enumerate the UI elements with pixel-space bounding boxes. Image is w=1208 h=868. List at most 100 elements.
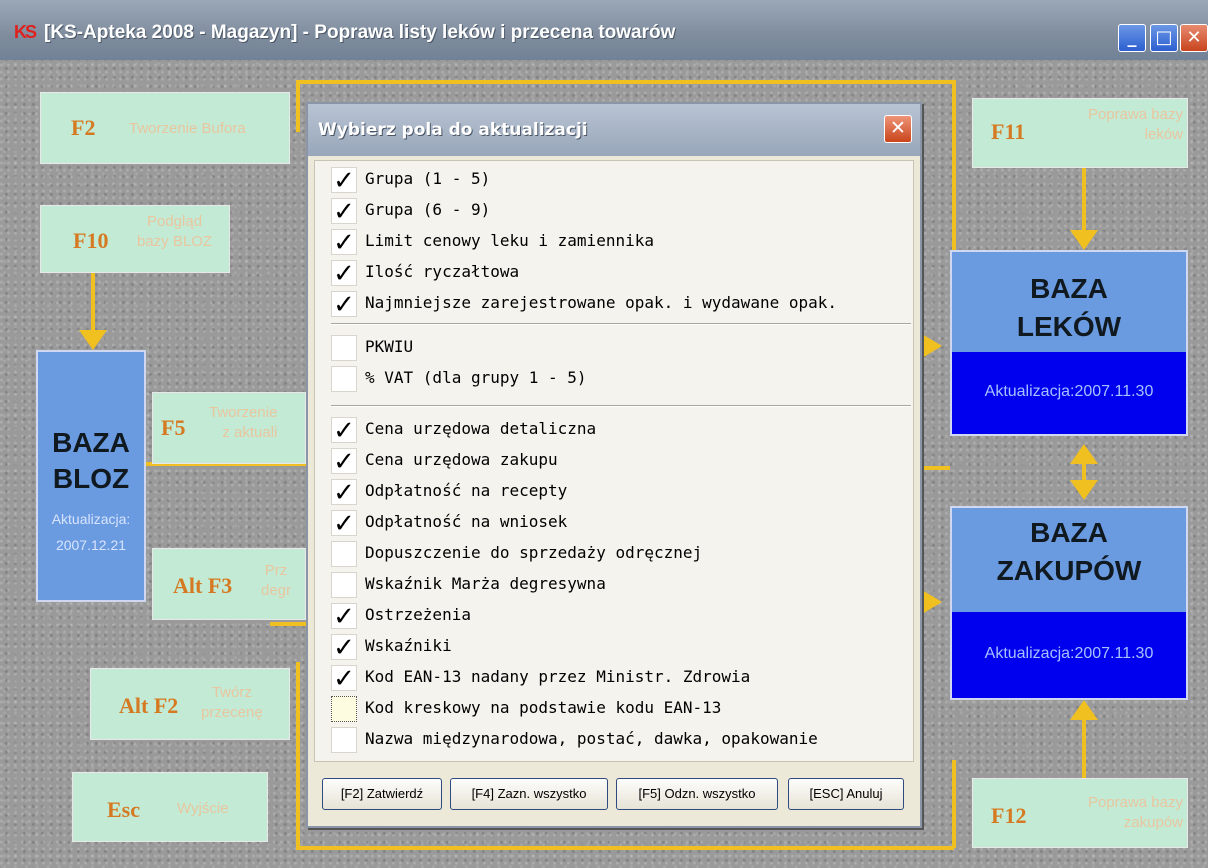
dialog-close-button[interactable]: ✕ [884, 115, 912, 143]
database-name: BAZA [1030, 517, 1108, 548]
app-logo: KS [14, 22, 37, 42]
dialog-button-bar: [F2] Zatwierdź [F4] Zazn. wszystko [F5] … [314, 776, 914, 816]
arrow-up-icon [1070, 700, 1098, 720]
option-checkbox[interactable] [331, 335, 357, 361]
option-row[interactable]: ✓ Najmniejsze zarejestrowane opak. i wyda… [331, 291, 901, 318]
option-checkbox[interactable]: ✓ [331, 479, 357, 506]
option-checkbox[interactable]: ✓ [331, 510, 357, 537]
tile-f2[interactable]: F2 Tworzenie Bufora [40, 92, 290, 164]
option-label: Kod kreskowy na podstawie kodu EAN-13 [365, 698, 722, 717]
tile-key: Esc [107, 797, 140, 822]
tile-key: F5 [161, 415, 186, 440]
option-row[interactable]: ✓ Kod EAN-13 nadany przez Ministr. Zdrowi… [331, 665, 901, 692]
connector-line [952, 760, 956, 848]
arrow-right-icon [922, 590, 942, 614]
option-label: Odpłatność na wniosek [365, 512, 568, 531]
title-bar: KS [KS-Apteka 2008 - Magazyn] - Poprawa … [0, 0, 1208, 60]
option-row[interactable]: ✓ Ostrzeżenia [331, 603, 901, 630]
maximize-button[interactable]: □ [1150, 24, 1178, 52]
close-button[interactable]: ✕ [1180, 24, 1208, 52]
option-checkbox[interactable]: ✓ [331, 417, 357, 444]
option-row[interactable]: Dopuszczenie do sprzedaży odręcznej [331, 541, 901, 567]
tile-esc[interactable]: Esc Wyjście [72, 772, 268, 842]
option-row[interactable]: % VAT (dla grupy 1 - 5) [331, 366, 901, 392]
connector-line [296, 80, 300, 132]
confirm-button[interactable]: [F2] Zatwierdź [322, 778, 442, 810]
option-checkbox[interactable]: ✓ [331, 291, 357, 318]
tile-label: Poprawa bazy zakupów [1087, 794, 1183, 831]
option-row[interactable]: Nazwa międzynarodowa, postać, dawka, opa… [331, 727, 901, 753]
option-checkbox[interactable]: ✓ [331, 198, 357, 225]
tile-key: F2 [71, 115, 96, 140]
window-title: [KS-Apteka 2008 - Magazyn] - Poprawa lis… [44, 22, 676, 43]
connector-line [296, 846, 954, 850]
option-row[interactable]: ✓ Limit cenowy leku i zamiennika [331, 229, 901, 256]
arrow-right-icon [922, 334, 942, 358]
option-row[interactable]: ✓ Grupa (1 - 5) [331, 167, 901, 194]
connector-line [296, 80, 954, 84]
option-checkbox[interactable]: ✓ [331, 448, 357, 475]
separator [331, 323, 911, 325]
tile-f12[interactable]: F12 Poprawa bazy zakupów [972, 778, 1188, 848]
option-label: Ilość ryczałtowa [365, 262, 520, 281]
deselect-all-button[interactable]: [F5] Odzn. wszystko [616, 778, 778, 810]
tile-alt-f3[interactable]: Alt F3 Prz degr [152, 548, 306, 620]
option-label: Kod EAN-13 nadany przez Ministr. Zdrowia [365, 667, 751, 686]
option-row[interactable]: ✓ Odpłatność na recepty [331, 479, 901, 506]
option-row[interactable]: ✓ Cena urzędowa zakupu [331, 448, 901, 475]
minimize-button[interactable]: _ [1118, 24, 1146, 52]
tile-key: Alt F2 [119, 693, 179, 718]
connector-line [1082, 718, 1086, 778]
field-selection-dialog: Wybierz pola do aktualizacji ✕ ✓ Grupa (1… [306, 102, 922, 828]
option-label: Najmniejsze zarejestrowane opak. i wydaw… [365, 293, 838, 312]
option-label: Dopuszczenie do sprzedaży odręcznej [365, 543, 703, 562]
update-date: Aktualizacja:2007.11.30 [952, 352, 1186, 434]
option-checkbox[interactable]: ✓ [331, 634, 357, 661]
database-name: BLOZ [52, 463, 130, 494]
option-row[interactable]: ✓ Wskaźniki [331, 634, 901, 661]
option-checkbox[interactable]: ✓ [331, 665, 357, 692]
option-checkbox[interactable]: ✓ [331, 167, 357, 194]
option-row[interactable]: ✓ Odpłatność na wniosek [331, 510, 901, 537]
option-label: Limit cenowy leku i zamiennika [365, 231, 654, 250]
option-label: Nazwa międzynarodowa, postać, dawka, opa… [365, 729, 818, 748]
tile-label: Poprawa bazy leków [1087, 106, 1183, 143]
arrow-down-icon [1070, 230, 1098, 250]
option-row[interactable]: ✓ Grupa (6 - 9) [331, 198, 901, 225]
database-name: LEKÓW [1016, 311, 1122, 342]
option-row[interactable]: Kod kreskowy na podstawie kodu EAN-13 [331, 696, 901, 722]
arrow-down-icon [1070, 480, 1098, 500]
option-row[interactable]: ✓ Cena urzędowa detaliczna [331, 417, 901, 444]
connector-line [296, 662, 300, 848]
option-checkbox[interactable]: ✓ [331, 229, 357, 256]
update-date: 2007.12.21 [55, 537, 127, 553]
option-checkbox[interactable] [331, 541, 357, 567]
tile-f10[interactable]: F10 Podgląd bazy BLOZ [40, 205, 230, 273]
option-label: Wskaźniki [365, 636, 452, 655]
select-all-button[interactable]: [F4] Zazn. wszystko [450, 778, 608, 810]
tile-label: Tworzenie z aktuali [209, 404, 278, 441]
database-name: BAZA [1030, 273, 1108, 304]
option-row[interactable]: ✓ Ilość ryczałtowa [331, 260, 901, 287]
option-row[interactable]: Wskaźnik Marża degresywna [331, 572, 901, 598]
option-checkbox[interactable] [331, 572, 357, 598]
option-checkbox[interactable] [331, 366, 357, 392]
tile-f11[interactable]: F11 Poprawa bazy leków [972, 98, 1188, 168]
database-name: ZAKUPÓW [996, 555, 1142, 586]
option-checkbox[interactable] [331, 727, 357, 753]
option-checkbox[interactable]: ✓ [331, 260, 357, 287]
option-label: Odpłatność na recepty [365, 481, 568, 500]
option-checkbox[interactable]: ✓ [331, 603, 357, 630]
option-checkbox[interactable] [331, 696, 357, 722]
tile-alt-f2[interactable]: Alt F2 Twórz przecenę [90, 668, 290, 740]
cancel-button[interactable]: [ESC] Anuluj [788, 778, 904, 810]
connector-line [91, 270, 95, 330]
database-name: BAZA [52, 427, 130, 458]
option-row[interactable]: PKWIU [331, 335, 901, 361]
update-date: Aktualizacja:2007.11.30 [952, 612, 1186, 698]
database-bloz: BAZA BLOZ Aktualizacja: 2007.12.21 [36, 350, 146, 602]
dialog-title-bar: Wybierz pola do aktualizacji ✕ [308, 104, 920, 156]
update-label: Aktualizacja: [51, 511, 131, 527]
connector-line [1082, 160, 1086, 230]
tile-f5[interactable]: F5 Tworzenie z aktuali [152, 392, 306, 464]
